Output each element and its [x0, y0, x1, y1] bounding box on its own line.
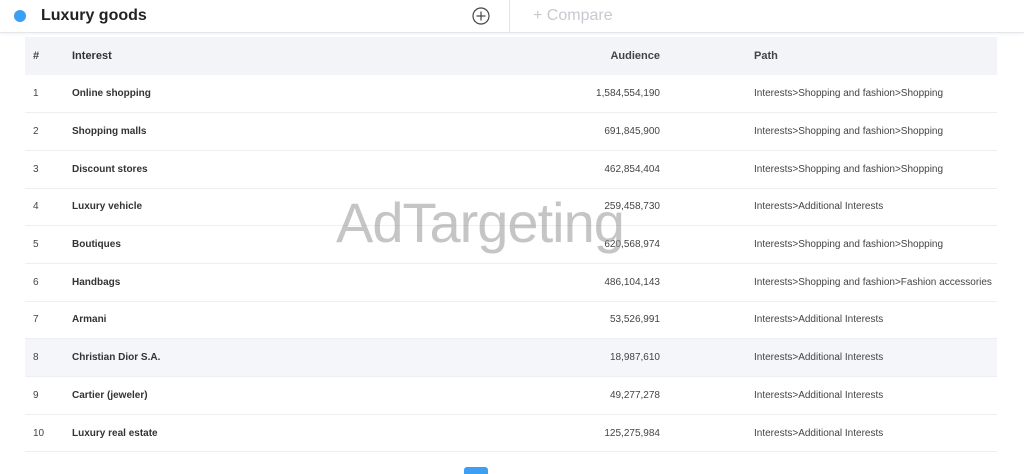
row-spacer [660, 301, 754, 339]
row-spacer [660, 377, 754, 415]
row-interest: Discount stores [72, 163, 148, 175]
table-row[interactable]: 1 Online shopping 1,584,554,190 Interests>S… [25, 75, 997, 113]
row-path: Interests>Additional Interests [754, 352, 884, 364]
table-row[interactable]: 6 Handbags 486,104,143 Interests>Shopping a… [25, 263, 997, 302]
segment-title: Luxury goods [41, 6, 147, 24]
table-header-row: # Interest Audience Path [25, 37, 997, 75]
row-num: 5 [33, 239, 39, 251]
row-interest: Online shopping [72, 88, 151, 100]
row-audience: 462,854,404 [604, 163, 660, 175]
table-row[interactable]: 4 Luxury vehicle 259,458,730 Interests>Addi… [25, 188, 997, 226]
row-spacer [660, 150, 754, 188]
table-row[interactable]: 5 Boutiques 620,568,974 Interests>Shopping … [25, 226, 997, 264]
row-num: 7 [33, 314, 39, 326]
row-path: Interests>Additional Interests [754, 427, 884, 439]
row-path: Interests>Additional Interests [754, 201, 884, 213]
table-row[interactable]: 2 Shopping malls 691,845,900 Interests>Shop… [25, 113, 997, 151]
header-interest[interactable]: Interest [71, 37, 461, 75]
row-path: Interests>Shopping and fashion>Fashion a… [754, 276, 992, 288]
row-path: Interests>Additional Interests [754, 314, 884, 326]
segment-color-dot [14, 9, 26, 22]
row-interest: Armani [72, 314, 107, 326]
table-body: 1 Online shopping 1,584,554,190 Interests>S… [25, 75, 997, 452]
row-spacer [660, 188, 754, 226]
table-row[interactable]: 10 Luxury real estate 125,275,984 Interests… [25, 414, 997, 452]
row-path: Interests>Shopping and fashion>Shopping [754, 126, 944, 138]
row-interest: Cartier (jeweler) [72, 389, 148, 401]
row-spacer [660, 414, 754, 452]
row-spacer [660, 339, 754, 377]
row-path: Interests>Shopping and fashion>Shopping [754, 239, 944, 251]
header-spacer [660, 37, 754, 75]
row-interest: Shopping malls [72, 126, 147, 138]
row-interest: Luxury vehicle [72, 201, 143, 213]
row-num: 1 [33, 88, 39, 100]
row-spacer [660, 263, 754, 301]
row-interest: Handbags [72, 276, 121, 288]
table-row[interactable]: 3 Discount stores 462,854,404 Interests>Sho… [25, 150, 997, 189]
row-path: Interests>Shopping and fashion>Shopping [754, 88, 944, 100]
row-interest: Christian Dior S.A. [72, 352, 161, 364]
row-audience: 49,277,278 [609, 389, 660, 401]
results-panel: # Interest Audience Path 1 Online shoppin… [0, 33, 1024, 474]
table-row[interactable]: 7 Armani 53,526,991 Interests>Additional In… [25, 301, 997, 339]
row-spacer [660, 113, 754, 151]
compare-button[interactable]: + Compare [533, 7, 613, 25]
add-circle-icon[interactable] [472, 6, 490, 25]
row-audience: 18,987,610 [609, 352, 660, 364]
row-num: 6 [33, 276, 39, 288]
header-num[interactable]: # [25, 37, 71, 75]
row-interest: Luxury real estate [72, 427, 158, 439]
row-num: 3 [33, 163, 39, 175]
pagination-button[interactable] [464, 467, 488, 474]
row-audience: 620,568,974 [604, 239, 660, 251]
interest-table: # Interest Audience Path 1 Online shoppin… [25, 37, 997, 452]
row-spacer [660, 75, 754, 113]
row-interest: Boutiques [72, 239, 121, 251]
row-num: 9 [33, 389, 39, 401]
row-audience: 53,526,991 [609, 314, 660, 326]
table-row[interactable]: 8 Christian Dior S.A. 18,987,610 Interests>… [25, 338, 997, 377]
row-audience: 259,458,730 [604, 201, 660, 213]
row-num: 2 [33, 126, 39, 138]
row-num: 10 [33, 427, 45, 439]
row-path: Interests>Shopping and fashion>Shopping [754, 163, 944, 175]
row-audience: 1,584,554,190 [596, 88, 660, 100]
row-num: 4 [33, 201, 39, 213]
table-row[interactable]: 9 Cartier (jeweler) 49,277,278 Interests>Ad… [25, 377, 997, 415]
segment-tab[interactable]: Luxury goods [0, 0, 510, 33]
row-spacer [660, 226, 754, 264]
row-path: Interests>Additional Interests [754, 389, 884, 401]
segment-bar: Luxury goods + Compare [0, 0, 1024, 33]
header-path[interactable]: Path [754, 37, 997, 75]
header-audience[interactable]: Audience [461, 37, 660, 75]
row-num: 8 [33, 352, 39, 364]
row-audience: 691,845,900 [604, 126, 660, 138]
row-audience: 125,275,984 [604, 427, 660, 439]
row-audience: 486,104,143 [604, 276, 660, 288]
